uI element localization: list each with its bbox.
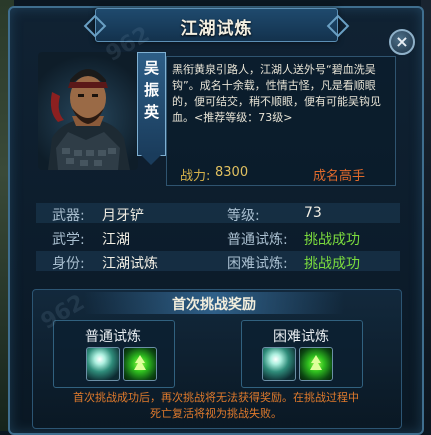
skill-value: 江湖 (102, 232, 130, 248)
leaf-item-icon[interactable] (123, 347, 157, 381)
power-value: 8300 (215, 165, 249, 180)
weapon-value: 月牙铲 (102, 208, 144, 224)
orb-item-icon[interactable] (86, 347, 120, 381)
weapon-label: 武器: (52, 208, 85, 224)
reward-notice: 首次挑战成功后，再次挑战将无法获得奖励。在挑战过程中 死亡复活将视为挑战失败。 (50, 390, 382, 422)
orb-item-icon[interactable] (262, 347, 296, 381)
normal-trial-label: 普通试炼: (227, 232, 288, 248)
notice-line-2: 死亡复活将视为挑战失败。 (150, 407, 282, 420)
leaf-glyph-icon (134, 355, 146, 370)
hard-trial-label: 困难试炼: (227, 256, 288, 272)
normal-reward-title: 普通试炼 (85, 329, 141, 345)
level-label: 等级: (227, 208, 260, 224)
npc-portrait (38, 52, 138, 170)
reward-title: 首次挑战奖励 (172, 297, 256, 313)
npc-description: 黑衔黄泉引路人，江湖人送外号“碧血洗吴钩”。成名十余载，性情古怪，凡是看顺眼的，… (172, 63, 381, 124)
npc-name-char: 吴 (143, 59, 159, 77)
info-row-bg (36, 203, 400, 223)
power-label: 战力: (180, 169, 211, 184)
npc-rank: 成名高手 (313, 169, 366, 184)
leaf-glyph-icon (310, 355, 322, 370)
leaf-item-icon[interactable] (299, 347, 333, 381)
npc-name-char: 振 (143, 81, 159, 99)
close-button[interactable]: × (389, 29, 415, 55)
level-value: 73 (304, 205, 322, 221)
npc-name-banner: 吴 振 英 (137, 52, 166, 165)
normal-trial-status: 挑战成功 (304, 232, 360, 248)
npc-name-char: 英 (143, 103, 159, 121)
notice-line-1: 首次挑战成功后，再次挑战将无法获得奖励。在挑战过程中 (73, 391, 359, 404)
identity-value: 江湖试炼 (102, 256, 158, 272)
skill-label: 武学: (52, 232, 85, 248)
hard-trial-status: 挑战成功 (304, 256, 360, 272)
hard-reward-title: 困难试炼 (273, 329, 329, 345)
npc-portrait-art (48, 69, 130, 170)
identity-label: 身份: (52, 256, 85, 272)
